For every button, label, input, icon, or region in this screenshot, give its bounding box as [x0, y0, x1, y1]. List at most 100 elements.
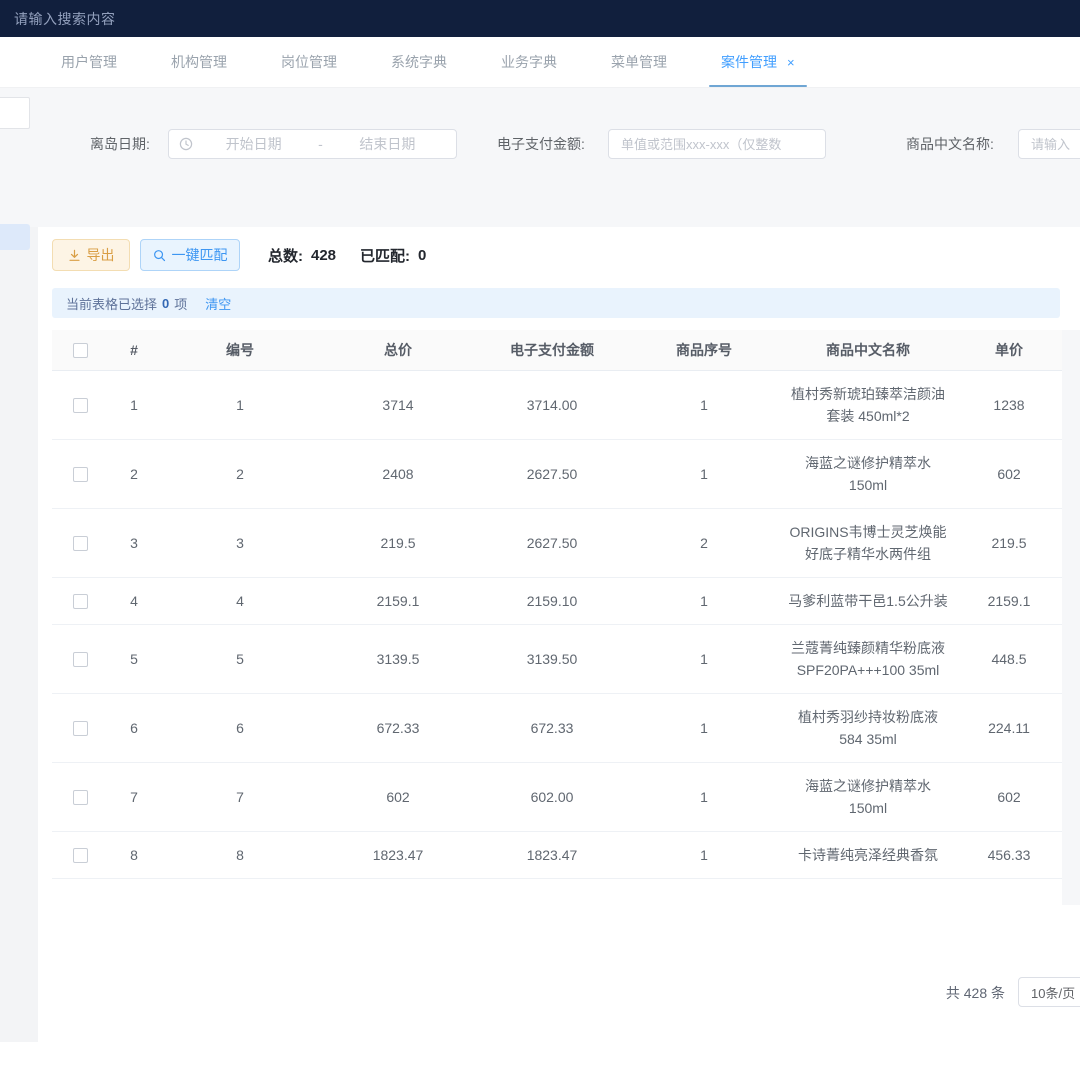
- cell-code: 7: [160, 762, 320, 831]
- one-click-match-button[interactable]: 一键匹配: [140, 239, 240, 271]
- cell-seq: 1: [628, 831, 780, 878]
- col-epay-amount: 电子支付金额: [476, 330, 628, 370]
- download-icon: [68, 249, 81, 262]
- cell-name: 卡诗菁纯亮泽经典香氛: [780, 831, 956, 878]
- page-size-value: 10条/页: [1031, 983, 1075, 1002]
- cell-epay: 672.33: [476, 693, 628, 762]
- cell-total: 3139.5: [320, 624, 476, 693]
- cell-unit: 1238: [956, 370, 1062, 439]
- table-row: 1137143714.001植村秀新琥珀臻萃洁颜油套装 450ml*21238: [52, 370, 1062, 439]
- cell-code: 4: [160, 577, 320, 624]
- row-checkbox[interactable]: [73, 467, 88, 482]
- table-body: 1137143714.001植村秀新琥珀臻萃洁颜油套装 450ml*212382…: [52, 370, 1062, 878]
- tab-business-dict[interactable]: 业务字典: [501, 37, 557, 87]
- cell-total: 1823.47: [320, 831, 476, 878]
- selection-prefix: 当前表格已选择: [66, 294, 157, 313]
- table-row: 2224082627.501海蓝之谜修护精萃水 150ml602: [52, 439, 1062, 508]
- cell-index: 6: [108, 693, 160, 762]
- row-checkbox-cell: [52, 439, 108, 508]
- global-search-input[interactable]: 请输入搜索内容: [14, 9, 116, 29]
- col-unit-price: 单价: [956, 330, 1062, 370]
- data-table: # 编号 总价 电子支付金额 商品序号 商品中文名称 单价 1137143714…: [52, 330, 1062, 905]
- header-checkbox-cell: [52, 330, 108, 370]
- tab-menu-mgmt[interactable]: 菜单管理: [611, 37, 667, 87]
- table-row: 881823.471823.471卡诗菁纯亮泽经典香氛456.33: [52, 831, 1062, 878]
- col-total-price: 总价: [320, 330, 476, 370]
- tab-bar: 用户管理 机构管理 岗位管理 系统字典 业务字典 菜单管理 案件管理 ×: [0, 37, 1080, 88]
- total-value: 428: [311, 247, 336, 264]
- left-gutter: [0, 227, 38, 1042]
- cell-epay: 1823.47: [476, 831, 628, 878]
- cell-name: 植村秀新琥珀臻萃洁颜油套装 450ml*2: [780, 370, 956, 439]
- cell-seq: 2: [628, 508, 780, 577]
- row-checkbox-cell: [52, 577, 108, 624]
- cell-unit: 219.5: [956, 508, 1062, 577]
- table-row: 77602602.001海蓝之谜修护精萃水 150ml602: [52, 762, 1062, 831]
- cell-seq: 1: [628, 370, 780, 439]
- row-checkbox-cell: [52, 693, 108, 762]
- row-checkbox-cell: [52, 831, 108, 878]
- cell-name: 兰蔻菁纯臻颜精华粉底液SPF20PA+++100 35ml: [780, 624, 956, 693]
- close-icon[interactable]: ×: [787, 55, 795, 70]
- cell-seq: 1: [628, 439, 780, 508]
- row-checkbox[interactable]: [73, 398, 88, 413]
- clear-selection-link[interactable]: 清空: [205, 294, 231, 313]
- cell-seq: 1: [628, 624, 780, 693]
- table-row: 33219.52627.502ORIGINS韦博士灵芝焕能好底子精华水两件组21…: [52, 508, 1062, 577]
- tab-system-dict[interactable]: 系统字典: [391, 37, 447, 87]
- cell-name: 海蓝之谜修护精萃水 150ml: [780, 439, 956, 508]
- cell-total: 602: [320, 762, 476, 831]
- tab-org-mgmt[interactable]: 机构管理: [171, 37, 227, 87]
- cell-code: 1: [160, 370, 320, 439]
- select-all-checkbox[interactable]: [73, 343, 88, 358]
- collapsed-panel-fragment: [0, 97, 30, 129]
- date-separator: -: [312, 136, 329, 152]
- date-start-placeholder[interactable]: 开始日期: [195, 134, 312, 154]
- filter-row: 离岛日期: 开始日期 - 结束日期 电子支付金额: 商品中文名称:: [0, 129, 1080, 159]
- cell-total: 2159.1: [320, 577, 476, 624]
- cell-epay: 602.00: [476, 762, 628, 831]
- row-checkbox[interactable]: [73, 848, 88, 863]
- cell-index: 8: [108, 831, 160, 878]
- total-label: 总数:: [268, 245, 303, 266]
- tab-post-mgmt[interactable]: 岗位管理: [281, 37, 337, 87]
- date-filter-label: 离岛日期:: [90, 129, 150, 159]
- cell-code: 5: [160, 624, 320, 693]
- product-name-input[interactable]: [1018, 129, 1080, 159]
- date-end-placeholder[interactable]: 结束日期: [329, 134, 446, 154]
- row-checkbox[interactable]: [73, 790, 88, 805]
- match-stats: 总数: 428 已匹配: 0: [268, 239, 426, 271]
- cell-seq: 1: [628, 577, 780, 624]
- row-checkbox-cell: [52, 624, 108, 693]
- table-scroll-gutter[interactable]: [1062, 330, 1080, 905]
- cell-index: 5: [108, 624, 160, 693]
- row-checkbox[interactable]: [73, 652, 88, 667]
- tab-user-mgmt[interactable]: 用户管理: [61, 37, 117, 87]
- cell-index: 4: [108, 577, 160, 624]
- cell-total: 672.33: [320, 693, 476, 762]
- row-checkbox[interactable]: [73, 536, 88, 551]
- tab-case-mgmt[interactable]: 案件管理 ×: [721, 37, 795, 87]
- col-product-seq: 商品序号: [628, 330, 780, 370]
- cell-code: 2: [160, 439, 320, 508]
- table-row: 553139.53139.501兰蔻菁纯臻颜精华粉底液SPF20PA+++100…: [52, 624, 1062, 693]
- cell-index: 2: [108, 439, 160, 508]
- cell-unit: 602: [956, 762, 1062, 831]
- row-checkbox-cell: [52, 762, 108, 831]
- cell-epay: 2159.10: [476, 577, 628, 624]
- toolbar: 导出 一键匹配 总数: 428 已匹配: 0: [0, 239, 1080, 271]
- amount-input[interactable]: [608, 129, 826, 159]
- table-header-row: # 编号 总价 电子支付金额 商品序号 商品中文名称 单价: [52, 330, 1062, 370]
- cell-total: 219.5: [320, 508, 476, 577]
- row-checkbox[interactable]: [73, 594, 88, 609]
- page-size-select[interactable]: 10条/页: [1018, 977, 1080, 1007]
- selection-bar: 当前表格已选择 0 项 清空: [52, 288, 1060, 318]
- search-icon: [153, 249, 166, 262]
- row-checkbox[interactable]: [73, 721, 88, 736]
- cell-epay: 3714.00: [476, 370, 628, 439]
- date-range-picker[interactable]: 开始日期 - 结束日期: [168, 129, 457, 159]
- export-button[interactable]: 导出: [52, 239, 130, 271]
- col-code: 编号: [160, 330, 320, 370]
- cell-total: 3714: [320, 370, 476, 439]
- row-checkbox-cell: [52, 508, 108, 577]
